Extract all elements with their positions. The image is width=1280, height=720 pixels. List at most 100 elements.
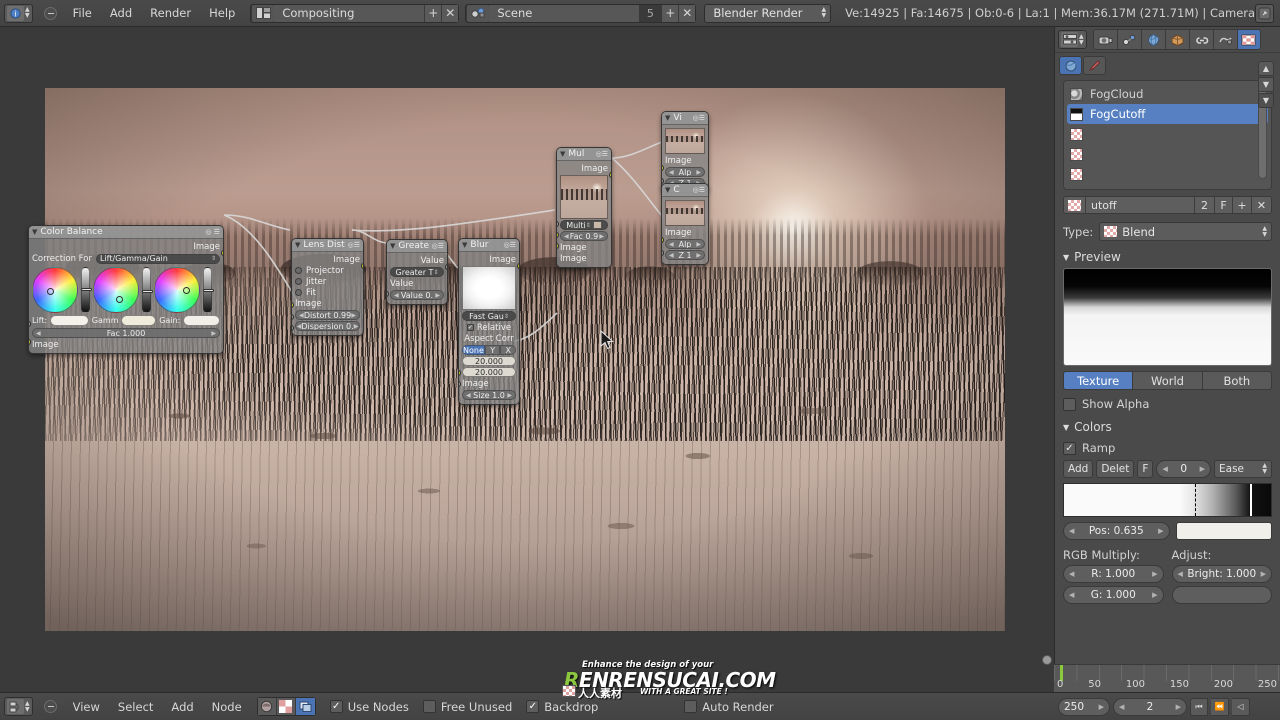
node-editor-type-spinner[interactable]: ▲ ▼ [25, 700, 30, 713]
tab-render-icon[interactable] [1092, 29, 1117, 50]
compositing-nodes-button[interactable] [295, 698, 315, 715]
bright-value-field[interactable]: ◀ Bright: 1.000 ▶ [1171, 565, 1272, 583]
texture-nodes-button[interactable] [276, 698, 296, 715]
decrement-icon[interactable]: ◀ [36, 330, 41, 337]
subtab-world-texture-icon[interactable] [1059, 56, 1082, 75]
menu-add[interactable]: Add [101, 3, 141, 23]
node-header-blur[interactable]: ▼ Blur ◎☰ [459, 239, 519, 252]
decrement-icon[interactable]: ◀ [466, 392, 471, 399]
scene-name[interactable]: Scene [489, 4, 640, 22]
increment-icon[interactable]: ▶ [696, 169, 701, 176]
node-header-icons[interactable]: ◎ ☰ [205, 228, 220, 236]
menu-help[interactable]: Help [200, 3, 244, 23]
decrement-icon[interactable]: ◀ [669, 241, 674, 248]
tab-object-icon[interactable] [1164, 29, 1189, 50]
collapse-triangle-icon[interactable]: ▼ [665, 114, 670, 122]
node-tree-type-buttons[interactable] [256, 697, 316, 716]
node-lens-distort[interactable]: ▼ Lens Distor ◎☰ Image Projector Jitter [291, 238, 364, 336]
node-header-color-balance[interactable]: ▼ Color Balance ◎ ☰ [29, 226, 223, 239]
use-nodes-checkbox-row[interactable]: ✓ Use Nodes [329, 700, 409, 714]
screen-layout-selector[interactable]: Compositing + ✕ [250, 3, 460, 23]
menu-add[interactable]: Add [162, 697, 202, 717]
decrement-icon[interactable]: ◀ [1162, 465, 1167, 473]
increment-icon[interactable]: ▶ [435, 292, 440, 299]
ramp-row[interactable]: ✓ Ramp [1063, 441, 1272, 455]
lift-swatch[interactable] [50, 315, 89, 326]
increment-icon[interactable]: ▶ [351, 312, 356, 319]
tab-object-data-icon[interactable] [1116, 29, 1141, 50]
show-alpha-row[interactable]: Show Alpha [1063, 397, 1272, 411]
auto-render-checkbox[interactable] [684, 700, 698, 713]
collapse-triangle-icon[interactable]: ▼ [462, 241, 467, 249]
filter-type-dropdown[interactable]: Fast Gau ⇕ [462, 311, 516, 321]
ramp-flip-button[interactable]: F [1137, 460, 1154, 478]
ramp-controls-row[interactable]: Add Delet F ◀ 0 ▶ Ease ▲ ▼ [1063, 460, 1272, 478]
gain-swatch[interactable] [183, 315, 220, 326]
free-unused-checkbox[interactable] [422, 700, 436, 713]
subtab-brush-texture-icon[interactable] [1083, 56, 1106, 75]
preview-panel-header[interactable]: ▼ Preview [1063, 250, 1272, 264]
aspect-x-button[interactable]: X [500, 345, 516, 355]
menu-render[interactable]: Render [141, 3, 200, 23]
increment-icon[interactable]: ▶ [1200, 465, 1205, 473]
properties-tab-bar[interactable] [1092, 29, 1261, 50]
preview-world-button[interactable]: World [1132, 371, 1202, 390]
ramp-stop-color-swatch[interactable] [1175, 522, 1272, 540]
node-header-lens-distort[interactable]: ▼ Lens Distor ◎☰ [292, 239, 363, 252]
lift-value-slider[interactable] [81, 267, 92, 313]
option-projector[interactable]: Projector [295, 265, 360, 276]
blend-mode-dropdown[interactable]: Multi ⇕ [560, 220, 608, 230]
texture-datablock-row[interactable]: utoff 2 F + ✕ [1063, 196, 1272, 214]
texture-context-subtabs[interactable] [1055, 53, 1280, 78]
material-nodes-button[interactable] [257, 698, 277, 715]
render-engine-selector[interactable]: Blender Render ▲ ▼ [704, 3, 832, 23]
socket-out-image[interactable] [609, 172, 611, 178]
fac-slider[interactable]: ◀ Fac 0.9 ▶ [560, 231, 608, 241]
unlink-texture-button[interactable]: ✕ [1252, 197, 1271, 213]
tab-world-icon[interactable] [1140, 29, 1165, 50]
increment-icon[interactable]: ▶ [507, 392, 512, 399]
node-header-greater[interactable]: ▼ Greater ◎☰ [387, 240, 447, 253]
render-engine-spinner[interactable]: ▲ ▼ [821, 7, 826, 19]
texture-slot-list[interactable]: FogCloud FogCutoff [1063, 80, 1272, 190]
node-editor[interactable]: ▼ Color Balance ◎ ☰ Image Correction For… [0, 27, 1054, 692]
increment-icon[interactable]: ▶ [1261, 570, 1266, 578]
aspect-correction-buttons[interactable]: None Y X [462, 345, 516, 355]
add-screen-button[interactable]: + [424, 4, 442, 22]
r-value-field[interactable]: ◀ R: 1.000 ▶ [1063, 565, 1164, 583]
socket-out-image[interactable] [517, 263, 519, 269]
jitter-checkbox[interactable] [295, 278, 302, 285]
play-reverse-button[interactable]: ◁ [1232, 697, 1250, 716]
gamma-swatch[interactable] [121, 315, 157, 326]
list-move-down-button[interactable]: ▼ [1258, 77, 1274, 92]
collapse-triangle-icon[interactable]: ▼ [665, 186, 670, 194]
panel-collapse-triangle-icon[interactable]: ▼ [1063, 423, 1069, 432]
type-spinner-icon[interactable]: ▲ ▼ [1262, 225, 1267, 238]
tab-constraints-icon[interactable] [1188, 29, 1213, 50]
menu-node[interactable]: Node [203, 697, 251, 717]
node-header-composite[interactable]: ▼ C ◎☰ [662, 184, 708, 197]
gamma-value-slider[interactable] [142, 267, 153, 313]
ramp-position-field[interactable]: ◀ Pos: 0.635 ▶ [1063, 522, 1170, 540]
decrement-icon[interactable]: ◀ [1069, 570, 1074, 578]
decrement-icon[interactable]: ◀ [1069, 527, 1074, 535]
preview-mode-buttons[interactable]: Texture World Both [1063, 371, 1272, 390]
node-math-greater-than[interactable]: ▼ Greater ◎☰ Value Greater T ⇕ Value ◀ V… [386, 239, 448, 305]
texture-name-field[interactable]: utoff [1086, 197, 1195, 213]
ramp-position-row[interactable]: ◀ Pos: 0.635 ▶ [1063, 522, 1272, 540]
decrement-icon[interactable]: ◀ [669, 169, 674, 176]
ramp-interpolation-dropdown[interactable]: Ease ▲ ▼ [1214, 460, 1272, 478]
texture-list-item-2[interactable] [1067, 124, 1268, 144]
auto-render-checkbox-row[interactable]: Auto Render [684, 700, 774, 714]
aspect-none-button[interactable]: None [462, 345, 485, 355]
gain-value-slider[interactable] [203, 267, 214, 313]
size-y-field[interactable]: 20.000 [462, 367, 516, 377]
gain-color-wheel[interactable] [154, 267, 200, 313]
operation-dropdown[interactable]: Greater T ⇕ [390, 267, 444, 277]
delete-scene-button[interactable]: ✕ [678, 4, 696, 22]
node-header-mix[interactable]: ▼ Mul ◎☰ [557, 148, 611, 161]
increment-icon[interactable]: ▶ [354, 323, 359, 330]
ramp-delete-button[interactable]: Delet [1096, 460, 1135, 478]
end-frame-field[interactable]: 250 ▶ [1058, 697, 1110, 716]
dispersion-slider[interactable]: ◀ Dispersion 0. ▶ [295, 321, 360, 331]
